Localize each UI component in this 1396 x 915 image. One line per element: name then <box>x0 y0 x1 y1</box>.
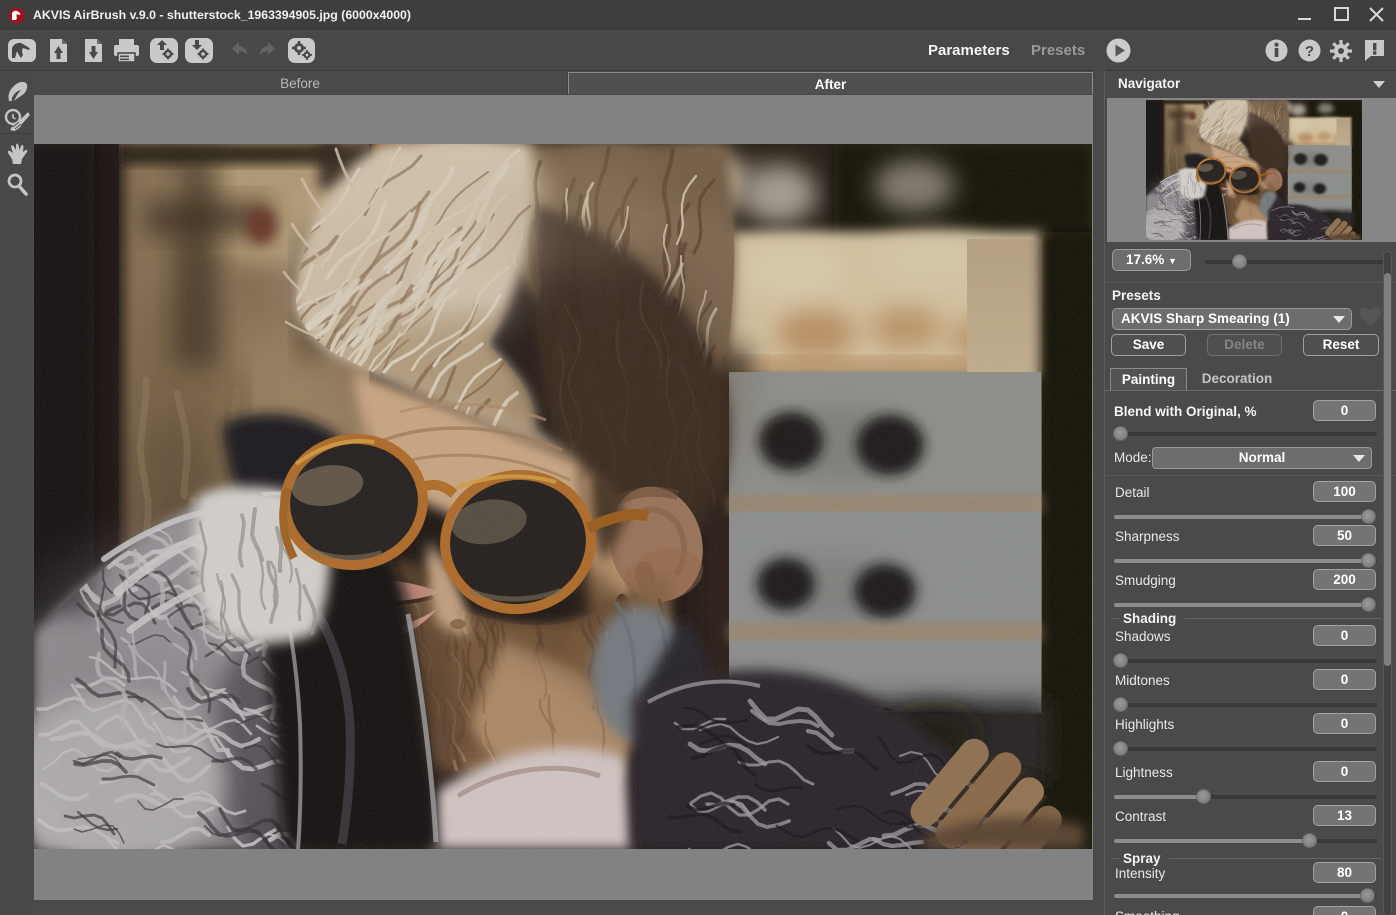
svg-text:?: ? <box>1305 43 1314 60</box>
